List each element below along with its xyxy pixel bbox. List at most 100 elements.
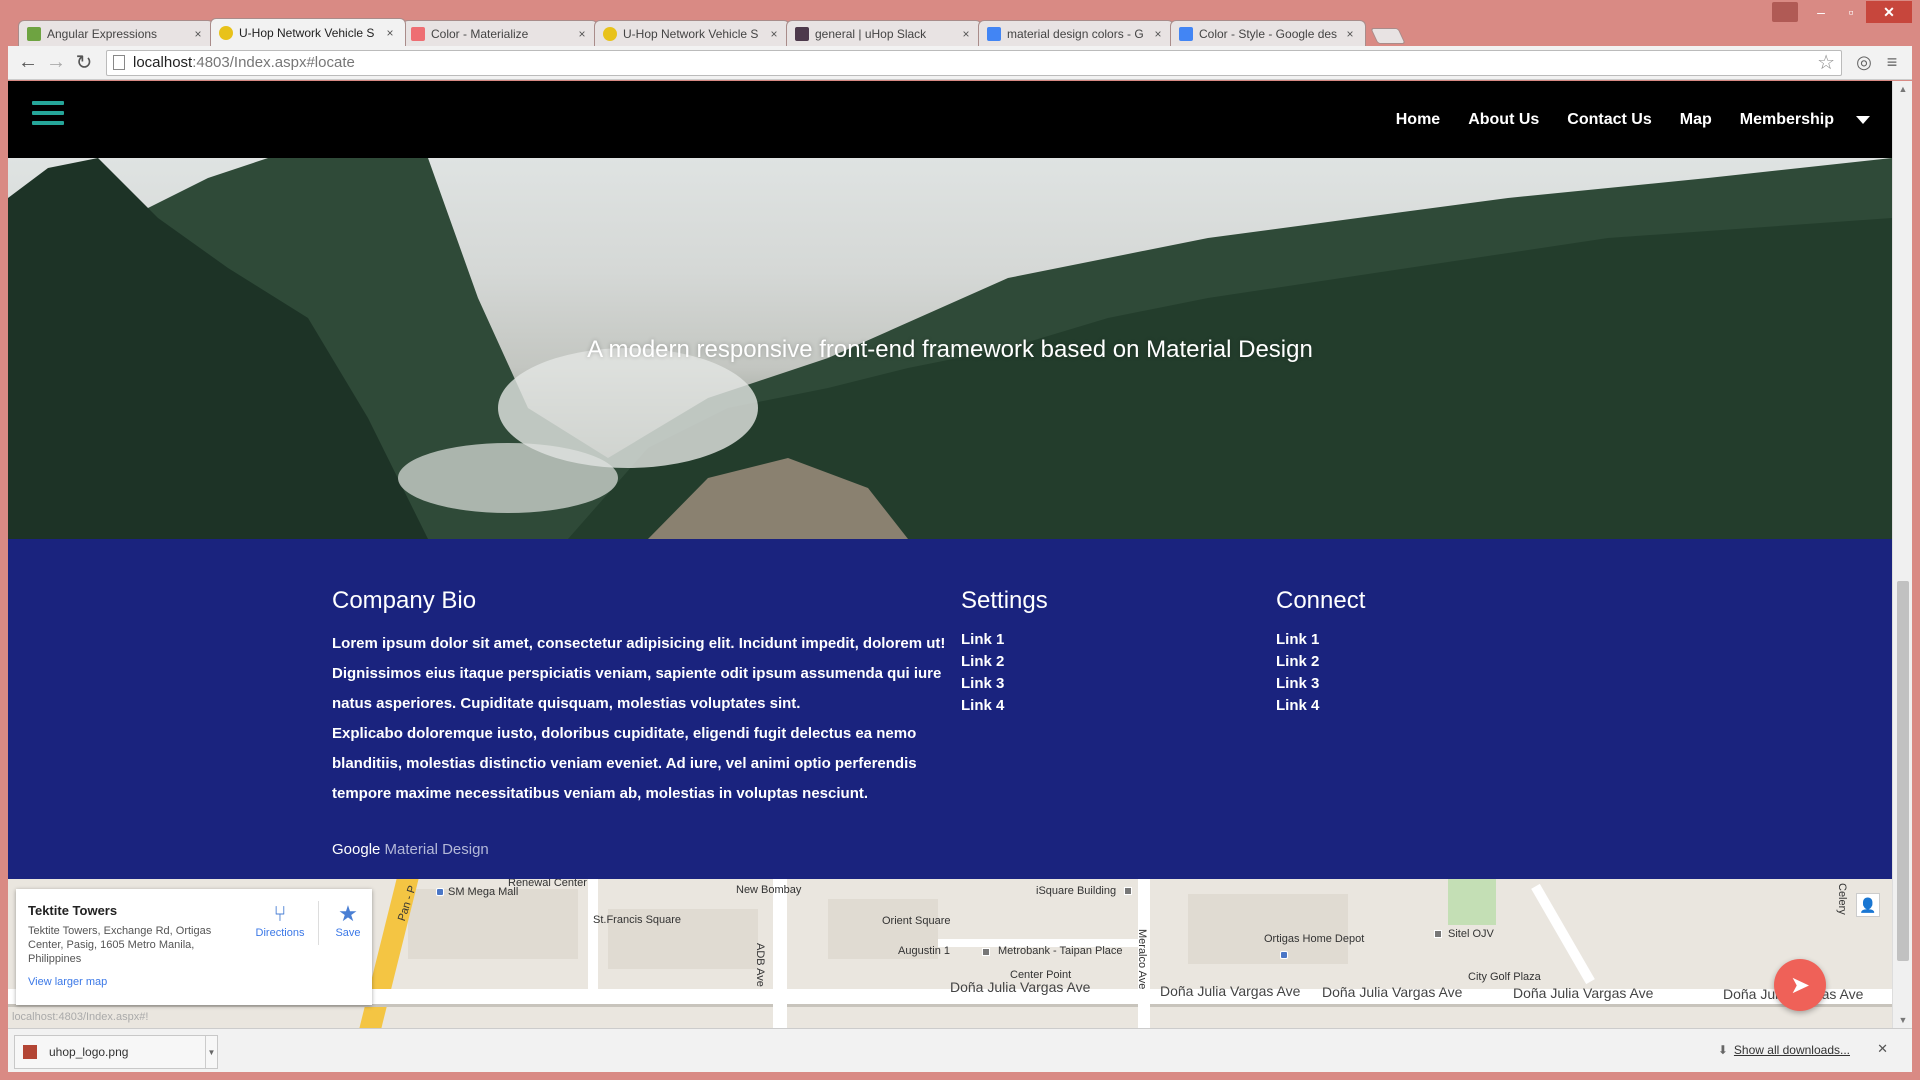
tab-close-icon[interactable]: ×: [1151, 27, 1165, 41]
browser-window: – ▫ ✕ Angular Expressions × U-Hop Networ…: [0, 0, 1920, 1080]
map-label: Metrobank - Taipan Place: [998, 945, 1123, 957]
show-all-label: Show all downloads...: [1733, 1043, 1850, 1057]
connect-link[interactable]: Link 4: [1276, 695, 1556, 717]
nav-membership[interactable]: Membership: [1726, 111, 1848, 129]
map-label: Orient Square: [882, 915, 951, 927]
map-label: St.Francis Square: [593, 914, 682, 926]
scroll-up-arrow-icon[interactable]: ▲: [1893, 81, 1913, 97]
scroll-to-top-button[interactable]: ➤: [1774, 959, 1826, 1011]
view-larger-map-link[interactable]: View larger map: [28, 976, 360, 988]
minimize-icon[interactable]: –: [1806, 1, 1836, 23]
copyright-prefix: Google: [332, 841, 381, 858]
mall-icon: [436, 888, 444, 896]
scroll-down-arrow-icon[interactable]: ▼: [1893, 1012, 1913, 1028]
directions-icon: ⑂: [273, 901, 287, 926]
browser-tab[interactable]: Color - Materialize ×: [402, 20, 598, 46]
settings-link[interactable]: Link 1: [961, 629, 1241, 651]
download-bar-close-icon[interactable]: ✕: [1877, 1041, 1888, 1057]
tab-title: Angular Expressions: [47, 26, 158, 41]
save-label: Save: [335, 927, 361, 939]
new-tab-button[interactable]: [1370, 28, 1406, 44]
nav-map[interactable]: Map: [1666, 111, 1726, 129]
connect-section: Connect Link 1 Link 2 Link 3 Link 4: [1276, 587, 1556, 717]
tab-favicon-icon: [27, 26, 41, 41]
tab-title: material design colors - G: [1007, 26, 1144, 41]
map-label: iSquare Building: [1036, 885, 1117, 897]
tab-strip: Angular Expressions × U-Hop Network Vehi…: [18, 18, 1406, 46]
map-label: City Golf Plaza: [1468, 971, 1541, 983]
browser-tab[interactable]: Angular Expressions ×: [18, 20, 214, 46]
hamburger-menu-icon[interactable]: [32, 101, 64, 125]
tab-close-icon[interactable]: ×: [383, 26, 397, 40]
dropdown-caret-icon[interactable]: [1856, 115, 1870, 124]
reload-icon[interactable]: ↻: [70, 49, 98, 77]
settings-link[interactable]: Link 4: [961, 695, 1241, 717]
bookmark-star-icon[interactable]: ☆: [1817, 50, 1835, 75]
menu-icon[interactable]: ≡: [1878, 49, 1906, 77]
embedded-map[interactable]: Renewal Center SM Mega Mall St.Francis S…: [8, 879, 1892, 1028]
map-label: New Bombay: [736, 884, 802, 896]
tab-close-icon[interactable]: ×: [1343, 27, 1357, 41]
browser-tab[interactable]: U-Hop Network Vehicle S ×: [594, 20, 790, 46]
street-label: Doña Julia Vargas Ave: [1322, 984, 1463, 1000]
download-filename: uhop_logo.png: [49, 1045, 129, 1059]
settings-link[interactable]: Link 3: [961, 673, 1241, 695]
tab-close-icon[interactable]: ×: [575, 27, 589, 41]
tab-title: Color - Style - Google des: [1199, 26, 1338, 41]
tab-close-icon[interactable]: ×: [959, 27, 973, 41]
extension-icon[interactable]: ◎: [1850, 49, 1878, 77]
browser-tab[interactable]: Color - Style - Google des ×: [1170, 20, 1366, 46]
bank-icon: [982, 948, 990, 956]
save-button[interactable]: ★ Save: [318, 901, 378, 939]
street-view-pegman-icon[interactable]: 👤: [1856, 893, 1880, 917]
place-address: Tektite Towers, Exchange Rd, Ortigas Cen…: [28, 925, 212, 965]
download-bar: uhop_logo.png ▼ ⬇ Show all downloads... ✕: [8, 1028, 1912, 1072]
tab-close-icon[interactable]: ×: [191, 27, 205, 41]
star-icon: ★: [338, 901, 358, 926]
directions-button[interactable]: ⑂ Directions: [250, 901, 310, 939]
place-info-card: Tektite Towers Tektite Towers, Exchange …: [16, 889, 372, 1005]
url-host: localhost: [133, 54, 193, 71]
tab-favicon-icon: [1179, 26, 1193, 41]
download-menu-caret-icon[interactable]: ▼: [205, 1036, 217, 1068]
window-controls: – ▫ ✕: [1772, 0, 1912, 24]
address-bar[interactable]: localhost:4803/Index.aspx#locate ☆: [106, 49, 1842, 76]
window-close-icon[interactable]: ✕: [1866, 1, 1912, 23]
user-profile-icon[interactable]: [1772, 2, 1798, 22]
settings-link[interactable]: Link 2: [961, 651, 1241, 673]
shopping-icon: [1280, 951, 1288, 959]
material-design-link[interactable]: Material Design: [385, 841, 489, 858]
nav-about-us[interactable]: About Us: [1454, 111, 1553, 129]
show-all-downloads-link[interactable]: ⬇ Show all downloads...: [1718, 1043, 1850, 1057]
browser-tab[interactable]: general | uHop Slack ×: [786, 20, 982, 46]
street-label-vertical: Celery: [1836, 883, 1848, 915]
tab-close-icon[interactable]: ×: [767, 27, 781, 41]
map-label: SM Mega Mall: [448, 886, 519, 898]
browser-tab[interactable]: material design colors - G ×: [978, 20, 1174, 46]
download-arrow-icon: ⬇: [1717, 1043, 1728, 1057]
nav-contact-us[interactable]: Contact Us: [1553, 111, 1665, 129]
connect-link[interactable]: Link 1: [1276, 629, 1556, 651]
scrollbar-thumb[interactable]: [1897, 581, 1909, 961]
maximize-icon[interactable]: ▫: [1836, 1, 1866, 23]
download-item[interactable]: uhop_logo.png ▼: [14, 1035, 218, 1069]
settings-section: Settings Link 1 Link 2 Link 3 Link 4: [961, 587, 1241, 717]
page-viewport: Home About Us Contact Us Map Membership …: [8, 81, 1892, 1028]
page-scrollbar[interactable]: ▲ ▼: [1892, 81, 1912, 1028]
connect-link[interactable]: Link 2: [1276, 651, 1556, 673]
tab-title: Color - Materialize: [431, 26, 529, 41]
connect-link[interactable]: Link 3: [1276, 673, 1556, 695]
building-icon: [1124, 887, 1132, 895]
footer-copyright: Google Material Design: [332, 841, 489, 858]
company-bio-section: Company Bio Lorem ipsum dolor sit amet, …: [332, 587, 952, 809]
browser-tab-active[interactable]: U-Hop Network Vehicle S ×: [210, 18, 406, 46]
back-arrow-icon[interactable]: ←: [14, 49, 42, 77]
site-navbar: Home About Us Contact Us Map Membership: [8, 81, 1892, 158]
nav-home[interactable]: Home: [1382, 111, 1454, 129]
street-label-vertical: Meralco Ave: [1136, 929, 1148, 990]
connect-heading: Connect: [1276, 587, 1366, 614]
street-label: Doña Julia Vargas Ave: [1160, 983, 1301, 999]
tab-title: general | uHop Slack: [815, 26, 927, 41]
image-file-icon: [23, 1045, 37, 1059]
forward-arrow-icon[interactable]: →: [42, 49, 70, 77]
